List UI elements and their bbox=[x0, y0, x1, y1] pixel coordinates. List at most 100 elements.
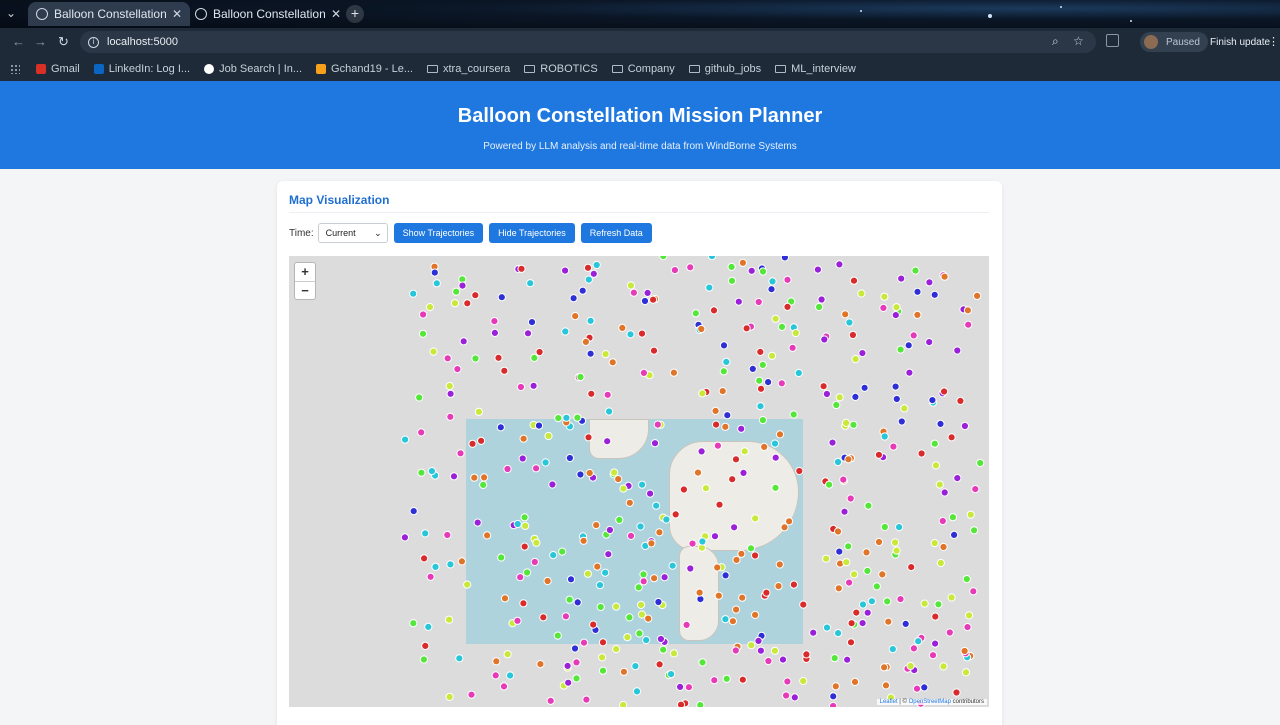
balloon-marker[interactable] bbox=[520, 513, 529, 522]
balloon-marker[interactable] bbox=[822, 554, 831, 563]
profile-button[interactable]: Paused bbox=[1140, 32, 1208, 52]
balloon-marker[interactable] bbox=[650, 574, 659, 583]
balloon-marker[interactable] bbox=[656, 634, 665, 644]
balloon-marker[interactable] bbox=[696, 701, 705, 708]
balloon-marker[interactable] bbox=[596, 602, 605, 612]
balloon-marker[interactable] bbox=[691, 309, 700, 318]
finish-update-button[interactable]: Finish update bbox=[1204, 32, 1276, 52]
balloon-marker[interactable] bbox=[719, 367, 728, 376]
balloon-marker[interactable] bbox=[945, 628, 954, 637]
balloon-marker[interactable] bbox=[728, 475, 737, 484]
balloon-marker[interactable] bbox=[421, 641, 430, 650]
balloon-marker[interactable] bbox=[649, 295, 658, 304]
balloon-marker[interactable] bbox=[883, 597, 892, 606]
balloon-marker[interactable] bbox=[635, 629, 644, 638]
balloon-marker[interactable] bbox=[650, 439, 660, 448]
balloon-marker[interactable] bbox=[644, 614, 653, 623]
balloon-marker[interactable] bbox=[858, 349, 867, 358]
balloon-marker[interactable] bbox=[697, 447, 706, 456]
balloon-marker[interactable] bbox=[483, 531, 492, 540]
balloon-marker[interactable] bbox=[513, 519, 522, 529]
balloon-marker[interactable] bbox=[532, 464, 541, 473]
balloon-marker[interactable] bbox=[775, 430, 785, 439]
balloon-marker[interactable] bbox=[583, 263, 593, 272]
balloon-marker[interactable] bbox=[652, 501, 661, 510]
balloon-marker[interactable] bbox=[473, 518, 482, 527]
balloon-marker[interactable] bbox=[935, 480, 944, 489]
bookmark-folder-github-jobs[interactable]: github_jobs bbox=[688, 63, 761, 75]
balloon-marker[interactable] bbox=[860, 383, 869, 392]
balloon-marker[interactable] bbox=[642, 636, 651, 645]
balloon-marker[interactable] bbox=[561, 612, 570, 621]
balloon-marker[interactable] bbox=[884, 617, 893, 626]
address-bar[interactable]: i localhost:5000 ⌕ ☆ bbox=[80, 31, 1096, 53]
balloon-marker[interactable] bbox=[709, 306, 719, 315]
balloon-marker[interactable] bbox=[746, 544, 756, 553]
balloon-marker[interactable] bbox=[892, 394, 901, 404]
balloon-marker[interactable] bbox=[938, 516, 947, 526]
balloon-marker[interactable] bbox=[445, 692, 454, 701]
balloon-marker[interactable] bbox=[852, 608, 861, 617]
balloon-marker[interactable] bbox=[490, 317, 499, 326]
balloon-marker[interactable] bbox=[813, 265, 823, 274]
balloon-marker[interactable] bbox=[523, 568, 532, 577]
balloon-marker[interactable] bbox=[850, 677, 860, 686]
balloon-marker[interactable] bbox=[710, 532, 720, 541]
balloon-marker[interactable] bbox=[782, 691, 791, 700]
balloon-marker[interactable] bbox=[956, 396, 965, 405]
balloon-marker[interactable] bbox=[579, 638, 589, 647]
balloon-marker[interactable] bbox=[756, 347, 765, 357]
balloon-marker[interactable] bbox=[589, 620, 598, 629]
balloon-marker[interactable] bbox=[835, 393, 844, 402]
balloon-marker[interactable] bbox=[828, 438, 837, 447]
balloon-marker[interactable] bbox=[432, 279, 441, 288]
balloon-marker[interactable] bbox=[468, 439, 477, 448]
balloon-marker[interactable] bbox=[764, 656, 773, 666]
balloon-marker[interactable] bbox=[520, 542, 529, 551]
bookmark-folder-robotics[interactable]: ROBOTICS bbox=[524, 63, 598, 75]
balloon-marker[interactable] bbox=[698, 389, 707, 398]
balloon-marker[interactable] bbox=[881, 681, 891, 690]
balloon-marker[interactable] bbox=[845, 318, 854, 327]
balloon-marker[interactable] bbox=[576, 470, 585, 479]
balloon-marker[interactable] bbox=[429, 347, 438, 356]
balloon-marker[interactable] bbox=[971, 485, 980, 494]
balloon-marker[interactable] bbox=[697, 324, 706, 334]
balloon-marker[interactable] bbox=[751, 610, 760, 619]
balloon-marker[interactable] bbox=[931, 639, 940, 648]
balloon-marker[interactable] bbox=[732, 555, 741, 564]
balloon-marker[interactable] bbox=[445, 615, 454, 624]
balloon-marker[interactable] bbox=[847, 619, 856, 628]
balloon-marker[interactable] bbox=[755, 376, 764, 385]
balloon-marker[interactable] bbox=[496, 423, 505, 432]
balloon-marker[interactable] bbox=[719, 341, 729, 350]
balloon-marker[interactable] bbox=[571, 312, 580, 321]
balloon-marker[interactable] bbox=[506, 671, 515, 680]
balloon-marker[interactable] bbox=[424, 622, 433, 631]
balloon-marker[interactable] bbox=[727, 262, 736, 271]
balloon-marker[interactable] bbox=[771, 453, 780, 462]
bookmark-linkedin[interactable]: LinkedIn: Log I... bbox=[93, 63, 190, 75]
balloon-marker[interactable] bbox=[503, 650, 512, 659]
balloon-marker[interactable] bbox=[426, 572, 435, 581]
balloon-marker[interactable] bbox=[722, 357, 731, 367]
balloon-marker[interactable] bbox=[835, 547, 844, 556]
balloon-marker[interactable] bbox=[532, 538, 541, 547]
balloon-marker[interactable] bbox=[601, 568, 610, 577]
balloon-marker[interactable] bbox=[976, 458, 985, 468]
balloon-marker[interactable] bbox=[771, 483, 780, 492]
balloon-marker[interactable] bbox=[764, 378, 773, 387]
balloon-marker[interactable] bbox=[631, 662, 640, 671]
balloon-marker[interactable] bbox=[587, 389, 596, 398]
balloon-marker[interactable] bbox=[748, 364, 757, 374]
balloon-marker[interactable] bbox=[936, 558, 945, 568]
balloon-marker[interactable] bbox=[573, 598, 582, 607]
balloon-marker[interactable] bbox=[771, 314, 780, 323]
balloon-marker[interactable] bbox=[940, 272, 949, 281]
balloon-marker[interactable] bbox=[738, 593, 747, 602]
balloon-marker[interactable] bbox=[679, 485, 688, 494]
balloon-marker[interactable] bbox=[858, 600, 868, 609]
balloon-marker[interactable] bbox=[722, 674, 731, 683]
balloon-marker[interactable] bbox=[544, 431, 553, 441]
balloon-marker[interactable] bbox=[940, 387, 949, 396]
